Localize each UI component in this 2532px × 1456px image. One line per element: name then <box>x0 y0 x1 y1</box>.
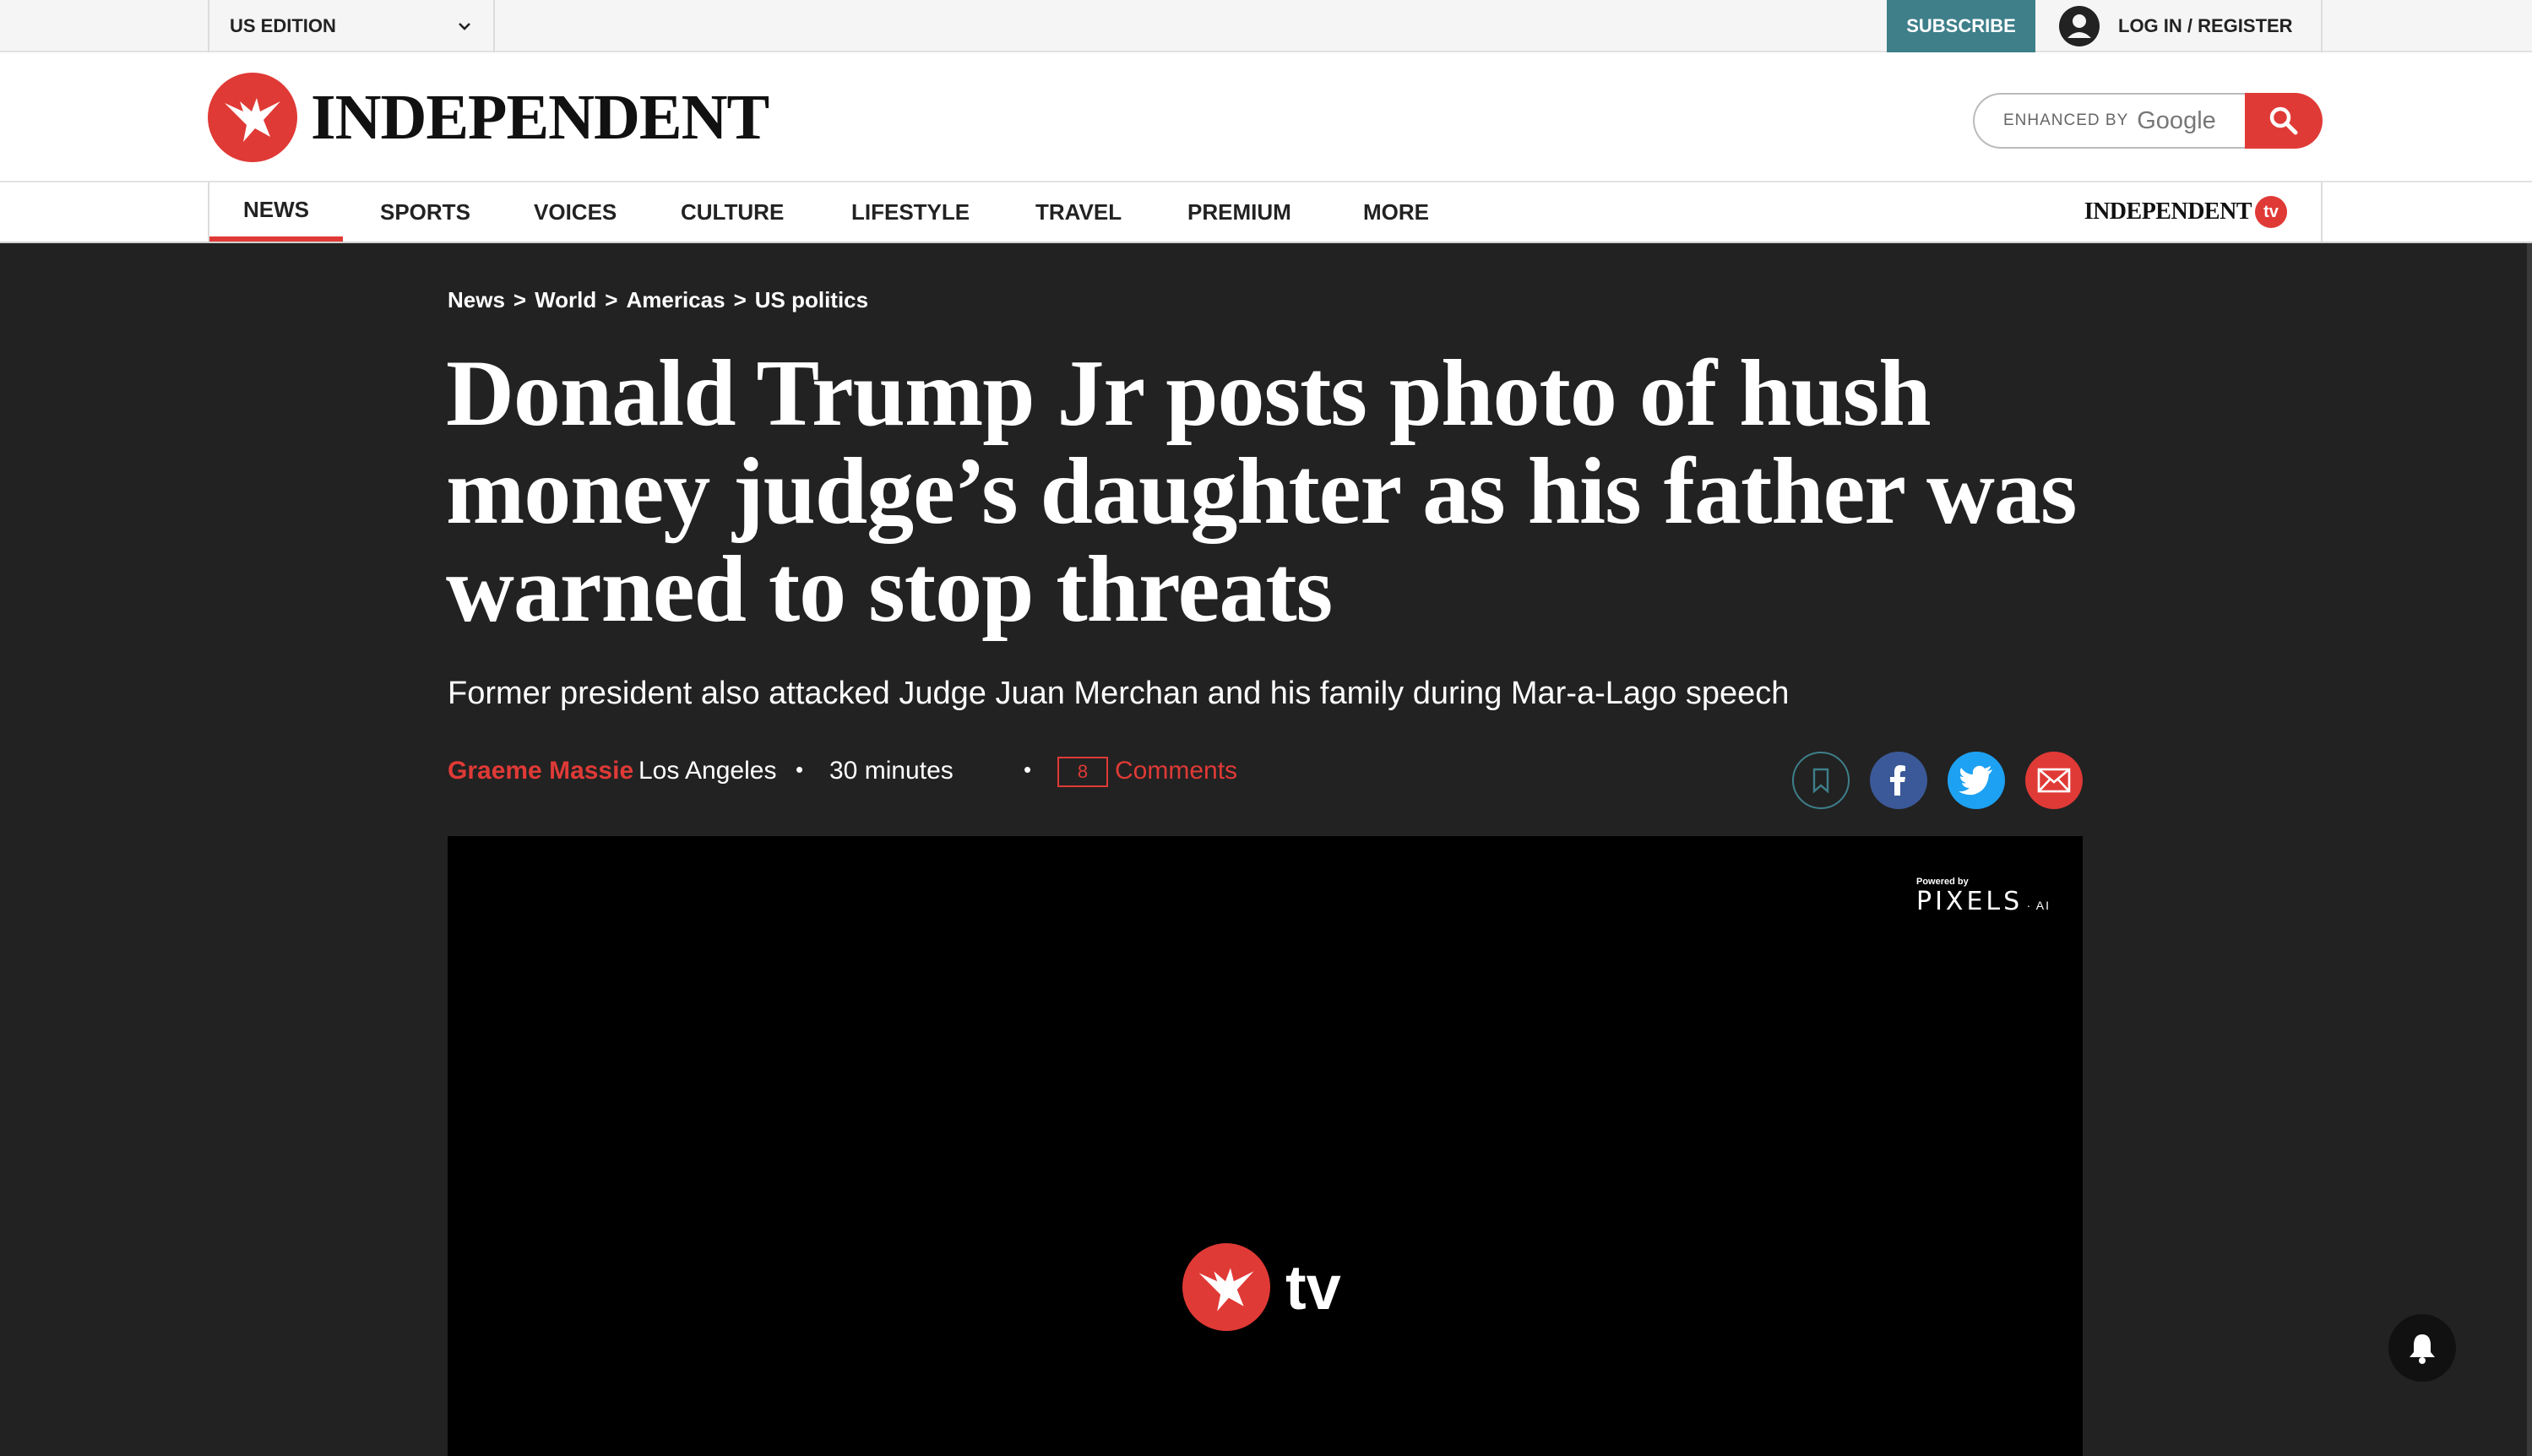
pixels-label: PIXELS <box>1915 887 2024 916</box>
breadcrumb-separator: > <box>605 287 618 312</box>
bookmark-icon <box>1812 768 1829 794</box>
top-bar: US EDITION SUBSCRIBE LOG IN / REGISTER <box>0 0 2532 52</box>
nav-item-voices[interactable]: VOICES <box>534 182 617 242</box>
facebook-share-button[interactable] <box>1870 752 1927 809</box>
breadcrumb-news[interactable]: News <box>448 287 505 313</box>
publish-time: 30 minutes <box>829 757 954 785</box>
independent-tv-logo: tv <box>1182 1243 1341 1331</box>
eagle-logo-icon <box>1182 1243 1270 1331</box>
main-nav: NEWS SPORTS VOICES CULTURE LIFESTYLE TRA… <box>0 182 2532 243</box>
site-logo[interactable]: INDEPENDENT <box>208 73 769 162</box>
logo-text: INDEPENDENT <box>311 81 769 153</box>
search-enhanced-label: ENHANCED BY <box>2003 111 2129 129</box>
twitter-share-button[interactable] <box>1948 752 2005 809</box>
search-google-label: Google <box>2137 106 2216 134</box>
chevron-down-icon <box>459 23 470 30</box>
edition-selector[interactable]: US EDITION <box>208 0 495 52</box>
article-hero: News > World > Americas > US politics Do… <box>0 243 2532 1456</box>
tv-word: tv <box>1285 1252 1341 1323</box>
login-button[interactable]: LOG IN / REGISTER <box>2035 0 2323 52</box>
nav-item-travel[interactable]: TRAVEL <box>1035 182 1122 242</box>
author-location: Los Angeles <box>638 757 777 785</box>
bell-icon <box>2410 1334 2435 1364</box>
user-icon <box>2059 6 2100 46</box>
nav-container: NEWS SPORTS VOICES CULTURE LIFESTYLE TRA… <box>208 182 2323 242</box>
eagle-logo-icon <box>208 73 297 162</box>
breadcrumb-us-politics[interactable]: US politics <box>755 287 868 313</box>
facebook-icon <box>1890 765 1905 796</box>
comment-count-icon[interactable]: 8 <box>1057 757 1108 787</box>
twitter-icon <box>1959 765 1992 796</box>
site-header: INDEPENDENT ENHANCED BY Google <box>0 52 2532 182</box>
email-icon <box>2037 768 2071 793</box>
pixels-ai-badge: Powered by PIXELS · AI <box>1916 877 2051 916</box>
article-standfirst: Former president also attacked Judge Jua… <box>448 676 1790 711</box>
bookmark-button[interactable] <box>1792 752 1850 809</box>
independent-tv-link[interactable]: INDEPENDENT tv <box>2084 196 2287 228</box>
scrollbar[interactable] <box>2527 243 2532 1456</box>
edition-label: US EDITION <box>230 15 336 36</box>
comments-link[interactable]: Comments <box>1115 757 1237 785</box>
author-link[interactable]: Graeme Massie <box>448 757 633 785</box>
search-input[interactable]: ENHANCED BY Google <box>1973 93 2245 149</box>
pixels-ai-label: AI <box>2035 899 2051 912</box>
breadcrumb-separator: > <box>513 287 527 312</box>
breadcrumb: News > World > Americas > US politics <box>448 287 868 313</box>
byline-separator: • <box>1024 757 1032 782</box>
email-share-button[interactable] <box>2025 752 2083 809</box>
breadcrumb-world[interactable]: World <box>535 287 596 313</box>
pixels-ai-dot: · <box>2026 899 2033 912</box>
notifications-button[interactable] <box>2388 1314 2456 1382</box>
video-player[interactable]: Powered by PIXELS · AI tv <box>448 836 2083 1456</box>
subscribe-button[interactable]: SUBSCRIBE <box>1887 0 2035 52</box>
search-form: ENHANCED BY Google <box>1973 93 2323 149</box>
breadcrumb-separator: > <box>733 287 747 312</box>
nav-item-culture[interactable]: CULTURE <box>681 182 784 242</box>
nav-item-more[interactable]: MORE <box>1363 182 1429 242</box>
independent-tv-brand: INDEPENDENT <box>2084 198 2252 225</box>
tv-badge: tv <box>2255 196 2287 228</box>
breadcrumb-americas[interactable]: Americas <box>626 287 725 313</box>
nav-item-news[interactable]: NEWS <box>209 182 343 242</box>
nav-item-premium[interactable]: PREMIUM <box>1187 182 1291 242</box>
nav-item-sports[interactable]: SPORTS <box>380 182 470 242</box>
powered-by-label: Powered by <box>1915 877 1969 887</box>
login-label: LOG IN / REGISTER <box>2118 15 2293 36</box>
search-icon <box>2269 106 2298 135</box>
byline-separator: • <box>796 757 804 782</box>
nav-item-lifestyle[interactable]: LIFESTYLE <box>851 182 970 242</box>
search-button[interactable] <box>2245 93 2323 149</box>
article-headline: Donald Trump Jr posts photo of hush mone… <box>446 341 2078 642</box>
